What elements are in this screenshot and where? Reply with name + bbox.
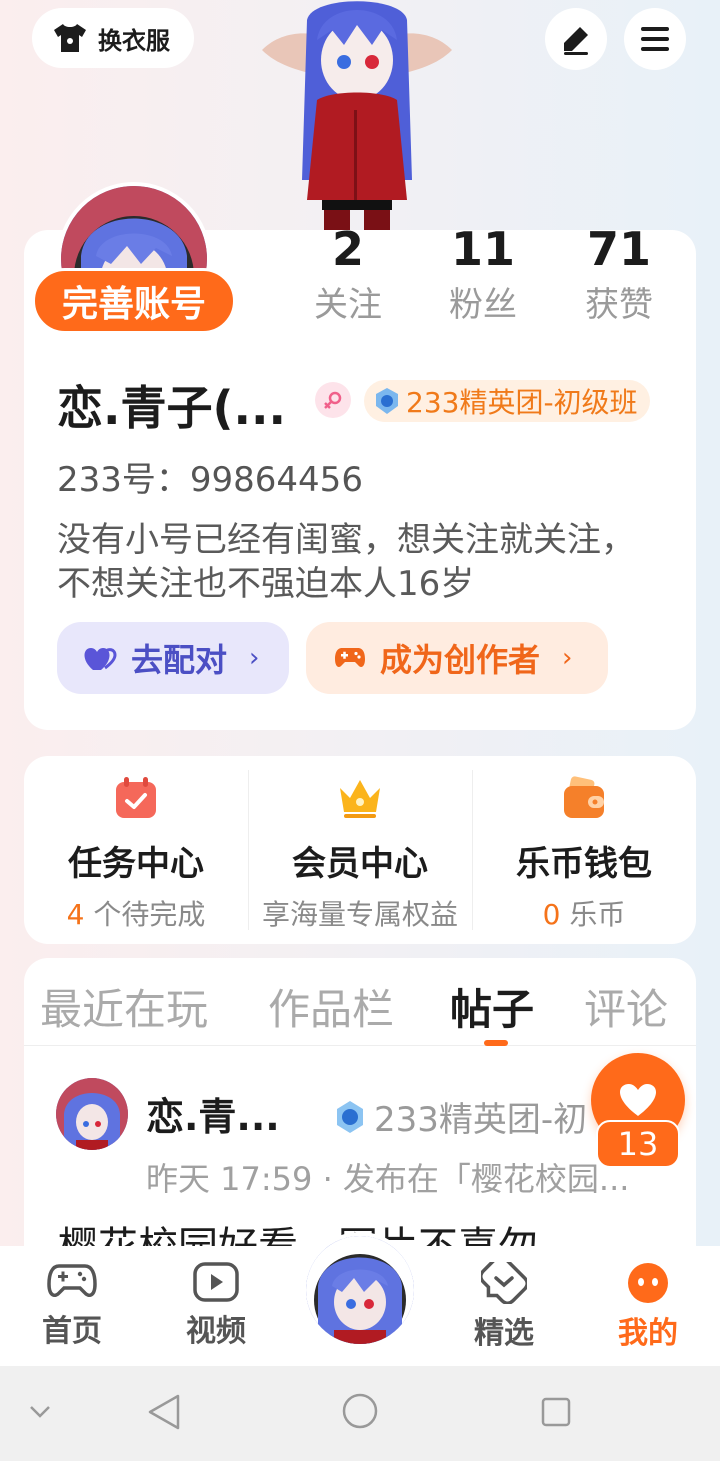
task-center-sub: 4 个待完成 xyxy=(67,893,206,933)
avatar-character[interactable] xyxy=(262,0,452,232)
smile-icon xyxy=(628,1263,668,1303)
tab-posts[interactable]: 帖子 xyxy=(450,976,534,1037)
pen-icon xyxy=(564,27,588,55)
username: 恋.青子(... xyxy=(57,381,286,435)
gamepad-icon xyxy=(335,648,365,667)
nav-mine[interactable]: 我的 xyxy=(598,1262,698,1352)
stat-fans-label: 粉丝 xyxy=(449,285,517,325)
center-avatar-button[interactable] xyxy=(302,1232,418,1348)
chevron-right-icon: › xyxy=(562,643,573,673)
heart-chat-icon xyxy=(481,1262,527,1304)
member-center[interactable]: 会员中心 享海量专属权益 xyxy=(248,756,472,944)
wallet-icon xyxy=(564,776,604,818)
nav-home[interactable]: 首页 xyxy=(22,1262,122,1350)
calendar-check-icon xyxy=(116,777,156,818)
stat-likes-label: 获赞 xyxy=(585,285,653,325)
task-center-sub-text: 个待完成 xyxy=(84,898,206,931)
tab-comments[interactable]: 评论 xyxy=(584,976,668,1037)
tab-works[interactable]: 作品栏 xyxy=(268,976,394,1037)
chevron-right-icon: › xyxy=(249,643,260,673)
stat-fans[interactable]: 11 粉丝 xyxy=(423,220,543,326)
task-center-title: 任务中心 xyxy=(68,844,204,884)
nav-home-label: 首页 xyxy=(42,1314,102,1349)
post-badge-label: 233精英团-初 xyxy=(374,1100,588,1140)
stat-following[interactable]: 2 关注 xyxy=(288,220,408,326)
active-tab-indicator xyxy=(484,1040,508,1046)
nav-video[interactable]: 视频 xyxy=(166,1262,266,1350)
bio: 没有小号已经有闺蜜，想关注就关注，不想关注也不强迫本人16岁 xyxy=(57,520,635,604)
become-creator-label: 成为创作者 xyxy=(380,641,541,679)
play-icon xyxy=(193,1262,239,1302)
stat-fans-value: 11 xyxy=(450,222,515,276)
like-count: 13 xyxy=(596,1120,680,1168)
post-meta: 昨天 17:59 · 发布在「樱花校园... xyxy=(146,1160,630,1198)
coin-wallet-sub-text: 乐币 xyxy=(560,898,626,931)
quick-entries: 任务中心 4 个待完成 会员中心 享海量专属权益 乐币钱包 0 乐币 xyxy=(24,756,696,944)
post-author-name[interactable]: 恋.青... xyxy=(146,1086,280,1141)
edit-button[interactable] xyxy=(545,8,607,70)
back-icon[interactable] xyxy=(146,1392,182,1432)
coin-wallet[interactable]: 乐币钱包 0 乐币 xyxy=(472,756,696,944)
pair-button[interactable]: 去配对 › xyxy=(57,622,289,694)
profile-page: 换衣服 完善账号 2 关注 11 粉丝 71 获赞 恋.青子(... 233精英… xyxy=(0,0,720,1461)
crown-icon xyxy=(340,780,380,818)
tshirt-icon xyxy=(54,24,86,52)
coin-count: 0 xyxy=(542,898,561,931)
gamepad-icon xyxy=(47,1264,97,1297)
stat-likes-value: 71 xyxy=(586,222,651,276)
post-author-avatar[interactable] xyxy=(56,1078,128,1150)
member-center-sub: 享海量专属权益 xyxy=(262,893,458,933)
nav-mine-label: 我的 xyxy=(618,1316,678,1351)
task-count: 4 xyxy=(66,898,85,931)
pair-label: 去配对 xyxy=(131,641,228,679)
author-portrait xyxy=(56,1078,128,1150)
heart-pair-icon xyxy=(84,648,117,670)
medal-icon xyxy=(337,1100,363,1133)
stat-following-value: 2 xyxy=(331,222,364,276)
member-center-title: 会员中心 xyxy=(292,844,428,884)
profile-tabs: 最近在玩 作品栏 帖子 评论 xyxy=(24,958,696,1046)
recents-icon[interactable] xyxy=(540,1396,572,1428)
menu-button[interactable] xyxy=(624,8,686,70)
elite-badge[interactable]: 233精英团-初级班 xyxy=(364,380,650,422)
user-id[interactable]: 233号：99864456 xyxy=(57,452,363,501)
medal-icon xyxy=(376,388,398,414)
coin-wallet-title: 乐币钱包 xyxy=(516,844,652,884)
change-outfit-button[interactable]: 换衣服 xyxy=(32,8,194,68)
stat-likes[interactable]: 71 获赞 xyxy=(559,220,679,326)
chevron-down-icon[interactable] xyxy=(28,1404,52,1420)
home-icon[interactable] xyxy=(341,1392,379,1430)
member-center-sub-text: 享海量专属权益 xyxy=(261,898,458,931)
heart-icon xyxy=(620,1084,656,1116)
coin-wallet-sub: 0 乐币 xyxy=(543,893,626,933)
nav-featured-label: 精选 xyxy=(474,1316,534,1351)
elite-badge-label: 233精英团-初级班 xyxy=(406,386,638,419)
nav-video-label: 视频 xyxy=(186,1314,246,1349)
stat-following-label: 关注 xyxy=(314,285,382,325)
avatar-portrait xyxy=(306,1236,414,1344)
menu-icon xyxy=(641,27,669,51)
complete-account-button[interactable]: 完善账号 xyxy=(32,268,236,334)
system-nav-bar xyxy=(0,1366,720,1461)
complete-account-label: 完善账号 xyxy=(61,284,206,325)
female-icon xyxy=(315,382,351,418)
post-author-badge: 233精英团-初 xyxy=(332,1092,587,1141)
task-center[interactable]: 任务中心 4 个待完成 xyxy=(24,756,248,944)
nav-featured[interactable]: 精选 xyxy=(454,1262,554,1352)
become-creator-button[interactable]: 成为创作者 › xyxy=(306,622,608,694)
change-outfit-label: 换衣服 xyxy=(98,26,170,55)
tab-recently-played[interactable]: 最近在玩 xyxy=(40,976,208,1037)
